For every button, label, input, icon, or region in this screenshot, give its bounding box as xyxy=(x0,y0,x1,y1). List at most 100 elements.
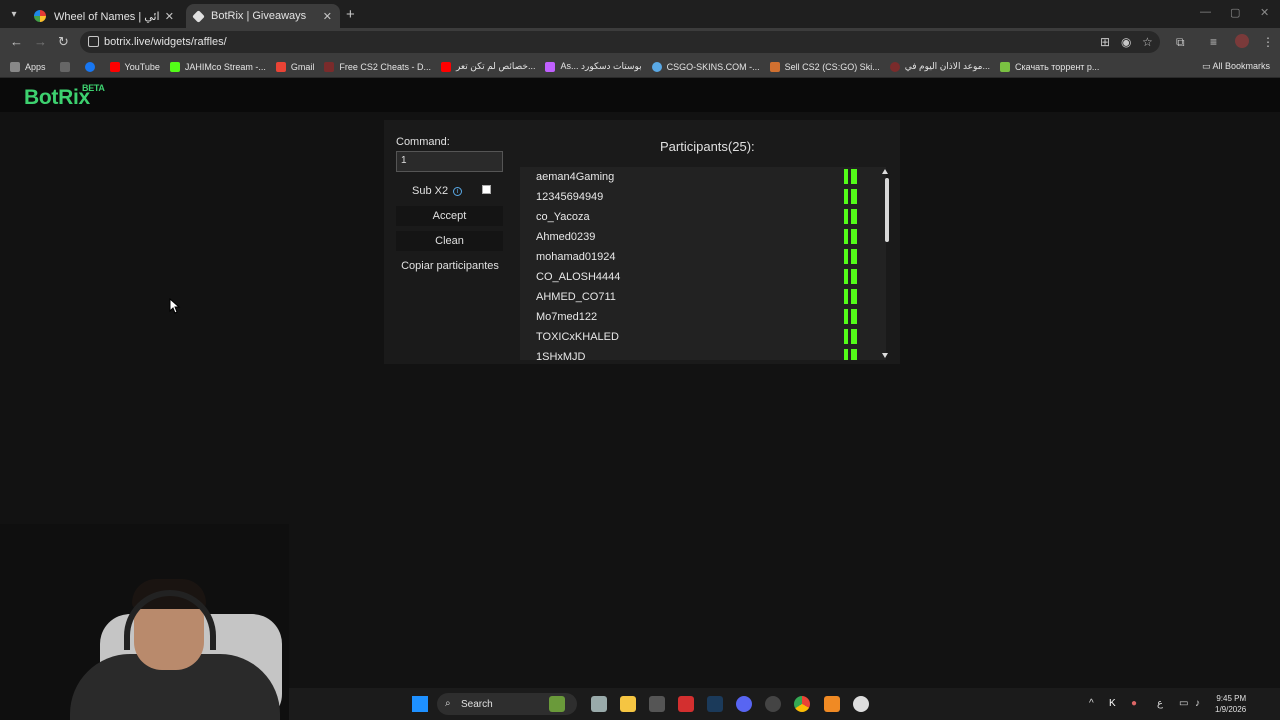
accept-button[interactable]: Accept xyxy=(396,206,503,226)
minimize-icon[interactable]: — xyxy=(1200,6,1211,18)
kick-icon xyxy=(844,309,857,324)
tab-wheel-of-names[interactable]: Wheel of Names | اسم العشوائي ✕ xyxy=(26,4,182,28)
apps-grid-icon xyxy=(10,61,20,72)
list-item: 12345694949 xyxy=(520,187,886,207)
volume-icon[interactable]: ♪ xyxy=(1195,698,1200,709)
steam-icon[interactable] xyxy=(707,696,723,712)
wheel-favicon-icon xyxy=(34,10,46,22)
site-icon xyxy=(324,61,335,72)
list-item: Mo7med122 xyxy=(520,307,886,327)
bookmark-adhan[interactable]: موعد الاذان اليوم في... xyxy=(889,61,990,72)
task-view-icon[interactable] xyxy=(591,696,607,712)
obs-icon[interactable] xyxy=(765,696,781,712)
all-bookmarks[interactable]: ▭ All Bookmarks xyxy=(1202,61,1270,72)
scroll-up-icon[interactable] xyxy=(882,169,888,174)
bookmark-star-icon[interactable]: ☆ xyxy=(1142,35,1153,49)
extensions-icon[interactable]: ⧉ xyxy=(1176,35,1185,50)
file-explorer-icon[interactable] xyxy=(620,696,636,712)
language-indicator[interactable]: ع xyxy=(1157,698,1163,709)
kick-icon xyxy=(844,189,857,204)
valorant-icon[interactable] xyxy=(678,696,694,712)
settings-icon[interactable] xyxy=(853,696,869,712)
facebook-icon xyxy=(84,61,95,72)
tab-botrix[interactable]: BotRix | Giveaways ✕ xyxy=(186,4,340,28)
gem-icon xyxy=(545,61,556,72)
bookmark-torrent[interactable]: Скачать торрент р... xyxy=(1000,61,1099,72)
list-item: CO_ALOSH4444 xyxy=(520,267,886,287)
new-tab-icon[interactable]: + xyxy=(346,6,355,23)
browser-toolbar: ← → ↻ botrix.live/widgets/raffles/ ⊞ ◉ ☆… xyxy=(0,28,1280,56)
scrollbar-thumb[interactable] xyxy=(885,178,889,242)
bookmark-csgo-skins[interactable]: CSGO-SKINS.COM -... xyxy=(651,61,760,72)
list-item: TOXICxKHALED xyxy=(520,327,886,347)
translate-icon[interactable]: ⊞ xyxy=(1100,35,1110,49)
youtube-icon xyxy=(440,61,451,72)
logitech-icon[interactable] xyxy=(649,696,665,712)
command-input[interactable]: 1 xyxy=(396,151,503,172)
kick-icon xyxy=(844,289,857,304)
list-item: mohamad01924 xyxy=(520,247,886,267)
kick-icon xyxy=(169,61,180,72)
bookmark-sell-cs2[interactable]: Sell CS2 (CS:GO) Ski... xyxy=(769,61,880,72)
bookmark-cs2-cheats[interactable]: Free CS2 Cheats - D... xyxy=(324,61,431,72)
grid-icon xyxy=(59,61,70,72)
browser-tab-bar: ▾ Wheel of Names | اسم العشوائي ✕ BotRix… xyxy=(0,0,1280,28)
site-header: BotRix BETA xyxy=(0,78,1280,112)
maximize-icon[interactable]: ▢ xyxy=(1230,6,1240,19)
botrix-logo[interactable]: BotRix BETA xyxy=(24,83,105,110)
kick-icon xyxy=(844,209,857,224)
clean-button[interactable]: Clean xyxy=(396,231,503,251)
list-item: AHMED_CO711 xyxy=(520,287,886,307)
site-icon xyxy=(889,61,900,72)
bookmark-youtube[interactable]: YouTube xyxy=(109,61,160,72)
system-clock[interactable]: 9:45 PM 1/9/2026 xyxy=(1215,693,1246,715)
network-icon[interactable]: ▭ xyxy=(1179,698,1188,709)
bookmark-kick[interactable]: JAHIMco Stream -... xyxy=(169,61,266,72)
close-tab-icon[interactable]: ✕ xyxy=(165,10,174,23)
botrix-favicon-icon xyxy=(192,9,205,23)
close-window-icon[interactable]: ✕ xyxy=(1260,6,1269,19)
tray-chevron-icon[interactable]: ^ xyxy=(1089,698,1094,709)
mouse-cursor-icon xyxy=(169,298,181,314)
bookmark-apps[interactable]: Apps xyxy=(10,61,46,72)
site-info-icon[interactable] xyxy=(88,36,99,47)
sub-x2-row: Sub X2 i xyxy=(412,185,463,197)
mic-icon[interactable]: ● xyxy=(1131,698,1137,709)
bookmark-grid[interactable] xyxy=(59,61,75,72)
kick-tray-icon[interactable]: K xyxy=(1109,698,1116,709)
tab-search-icon[interactable]: ▾ xyxy=(6,6,22,22)
discord-icon[interactable] xyxy=(736,696,752,712)
search-icon: ⌕ xyxy=(445,698,451,709)
windows-taskbar: ⌕ Search ^ K ● ع ▭ ♪ 9:45 PM 1/9/2026 xyxy=(289,688,1280,720)
participants-title: Participants(25): xyxy=(660,139,755,154)
game-app-icon[interactable] xyxy=(549,696,565,712)
address-bar[interactable]: botrix.live/widgets/raffles/ xyxy=(80,31,1160,53)
reload-icon[interactable]: ↻ xyxy=(58,34,69,50)
site-icon xyxy=(651,61,662,72)
chrome-icon[interactable] xyxy=(794,696,810,712)
list-item: co_Yacoza xyxy=(520,207,886,227)
media-icon[interactable]: ≡ xyxy=(1210,35,1217,49)
bookmark-gmail[interactable]: Gmail xyxy=(275,61,314,72)
info-icon[interactable]: i xyxy=(453,186,463,196)
bookmark-facebook[interactable] xyxy=(84,61,100,72)
hide-eye-icon[interactable]: ◉ xyxy=(1121,35,1131,49)
beta-badge: BETA xyxy=(82,83,105,93)
close-tab-icon[interactable]: ✕ xyxy=(323,10,332,23)
sub-x2-checkbox[interactable] xyxy=(482,185,491,194)
profile-avatar[interactable] xyxy=(1235,34,1249,48)
participants-list[interactable]: aeman4Gaming 12345694949 co_Yacoza Ahmed… xyxy=(520,167,886,360)
forward-icon[interactable]: → xyxy=(34,34,47,49)
bookmark-discord-posts[interactable]: As... بوستات دسكورد xyxy=(545,61,642,72)
kick-icon xyxy=(844,329,857,344)
windows-start-icon[interactable] xyxy=(412,696,428,712)
list-item: 1SHxMJD xyxy=(520,347,886,360)
bookmark-arabic-video[interactable]: خصائص لم تكن تعر... xyxy=(440,61,535,72)
vlc-icon[interactable] xyxy=(824,696,840,712)
kick-icon xyxy=(844,269,857,284)
scroll-down-icon[interactable] xyxy=(882,353,888,358)
back-icon[interactable]: ← xyxy=(10,34,23,49)
menu-icon[interactable]: ⋮ xyxy=(1262,35,1274,49)
copy-participants-button[interactable]: Copiar participantes xyxy=(396,256,504,276)
site-icon xyxy=(1000,61,1011,72)
